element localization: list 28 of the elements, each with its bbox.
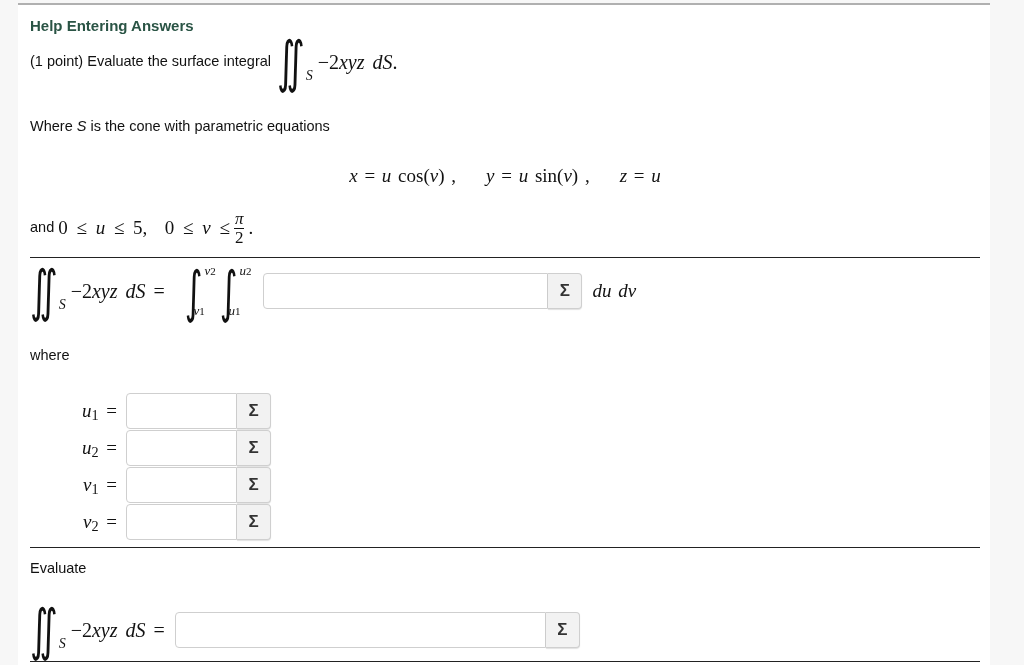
section-heading: Help Entering Answers bbox=[30, 16, 195, 36]
problem-text: (1 point) Evaluate the surface integral bbox=[30, 52, 271, 72]
answer-field[interactable] bbox=[126, 430, 237, 466]
equation-editor-button[interactable]: Σ bbox=[237, 467, 271, 503]
problem-text: Where S is the cone with parametric equations bbox=[30, 117, 331, 136]
answer-field[interactable] bbox=[174, 612, 546, 648]
equation-editor-button[interactable]: Σ bbox=[237, 504, 271, 540]
answer-field[interactable] bbox=[263, 273, 549, 309]
variable-label: u$_{1}$ = bbox=[81, 398, 117, 426]
surface-integral-formula: ∬S −2xyz dS. bbox=[277, 33, 398, 91]
equation: x = u cos(v) , bbox=[349, 165, 456, 187]
equation-editor-button[interactable]: Σ bbox=[545, 612, 580, 648]
equation-editor-button[interactable]: Σ bbox=[237, 393, 271, 429]
equation-editor-button[interactable]: Σ bbox=[548, 273, 583, 309]
variable-label: v$_{2}$ = bbox=[82, 509, 117, 537]
integral-formula: ∬S −2xyz dS = bbox=[30, 601, 165, 659]
differential-text: du dv bbox=[592, 278, 637, 303]
evaluate-label: Evaluate bbox=[30, 559, 88, 578]
equation: y = u sin(v) , bbox=[486, 165, 590, 187]
variable-label: v$_{1}$ = bbox=[82, 472, 117, 500]
where-label: where bbox=[30, 346, 71, 365]
answer-field[interactable] bbox=[126, 393, 237, 429]
answer-field[interactable] bbox=[126, 504, 237, 540]
integral-formula: ∬S −2xyz dS = bbox=[30, 262, 165, 320]
answer-field[interactable] bbox=[126, 467, 237, 503]
equation-editor-button[interactable]: Σ bbox=[237, 430, 271, 466]
variable-label: u$_{2}$ = bbox=[81, 435, 117, 463]
equation: z = u bbox=[619, 165, 661, 187]
